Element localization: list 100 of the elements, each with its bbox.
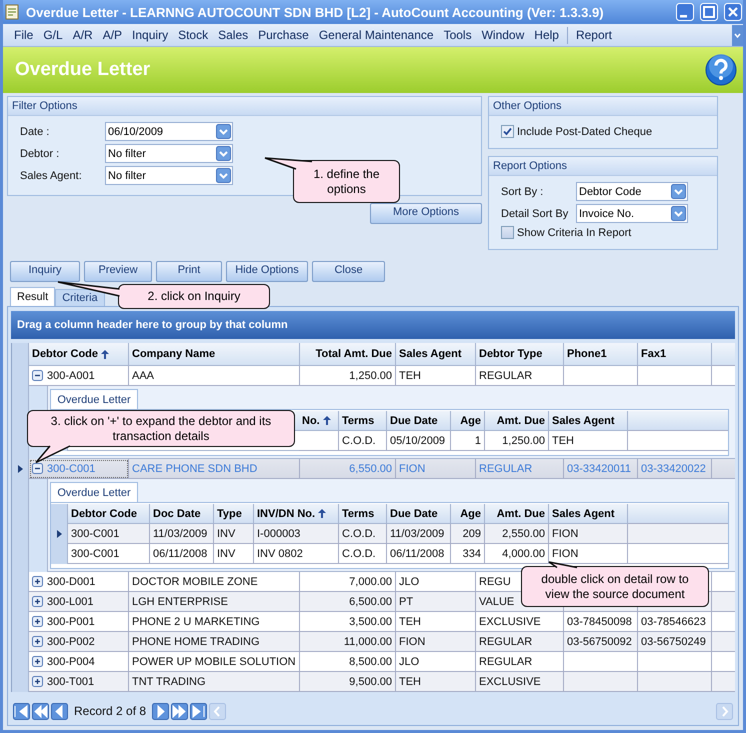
collapse-icon[interactable]	[32, 463, 43, 474]
dropdown-button[interactable]	[216, 146, 231, 161]
panel-title: Report Options	[489, 157, 717, 176]
detail-tab[interactable]: Overdue Letter	[50, 482, 138, 502]
menu-item[interactable]: Tools	[438, 28, 477, 42]
next-record-button[interactable]	[152, 702, 170, 720]
checkbox-label: Show Criteria In Report	[517, 226, 632, 238]
table-cell: 1	[451, 431, 485, 451]
dropdown-button[interactable]	[216, 124, 231, 139]
callout-tooltip: 1. define the options	[293, 160, 400, 203]
detail-row[interactable]: 300-C001 11/03/2009 INV I-000003 C.O.D. 11/03/2009 209 2,550.00 FION	[51, 524, 728, 544]
table-cell: 1,250.00	[485, 431, 549, 451]
collapse-icon[interactable]	[32, 370, 43, 381]
more-options-button[interactable]: More Options	[370, 203, 482, 224]
close-button[interactable]	[724, 3, 742, 21]
row-pointer-icon	[56, 530, 62, 538]
dropdown-button[interactable]	[216, 168, 231, 183]
sort-arrow-icon	[101, 350, 109, 358]
checkbox[interactable]	[501, 125, 514, 138]
table-cell: C.O.D.	[339, 431, 387, 451]
field-label: Detail Sort By	[501, 208, 570, 220]
table-cell: 300-P002	[47, 636, 95, 648]
expand-icon[interactable]	[32, 596, 43, 607]
sort-arrow-icon	[318, 509, 326, 518]
table-cell: 300-L001	[47, 596, 94, 608]
table-row[interactable]: 300-P001 PHONE 2 U MARKETING 3,500.00 TEH EXCLUSIVE 03-78450098 03-78546623	[12, 612, 735, 632]
previous-page-button[interactable]	[32, 702, 49, 720]
table-cell: 300-A001	[47, 370, 95, 382]
table-cell: TEH	[396, 672, 476, 692]
last-record-button[interactable]	[190, 702, 208, 720]
expand-icon[interactable]	[32, 576, 43, 587]
menu-overflow-icon[interactable]	[732, 24, 743, 46]
checkbox[interactable]	[501, 226, 514, 239]
minimize-button[interactable]	[676, 3, 694, 21]
action-button[interactable]: Preview	[84, 261, 152, 282]
checkbox-label: Include Post-Dated Cheque	[517, 126, 652, 138]
detail-tab[interactable]: Overdue Letter	[50, 389, 138, 409]
table-row[interactable]: 300-T001 TNT TRADING 9,500.00 TEH EXCLUSIVE	[12, 672, 735, 692]
table-cell: 300-T001	[47, 676, 94, 688]
table-cell: 300-C001	[68, 544, 150, 564]
field-label: Sales Agent:	[20, 170, 83, 182]
table-cell: 4,000.00	[485, 544, 549, 564]
dropdown-field[interactable]: Debtor Code	[576, 182, 688, 201]
page-title: Overdue Letter	[15, 59, 150, 81]
menu-item[interactable]: Help	[529, 28, 564, 42]
menu-item[interactable]: Inquiry	[127, 28, 174, 42]
expand-icon[interactable]	[32, 676, 43, 687]
dropdown-button[interactable]	[671, 184, 686, 199]
menu-item[interactable]: Sales	[213, 28, 254, 42]
tooltip-pointer	[36, 446, 70, 462]
callout-tooltip: double click on detail row to view the source document	[521, 566, 709, 607]
group-by-bar: Drag a column header here to group by that column	[11, 311, 735, 339]
maximize-button[interactable]	[700, 3, 718, 21]
table-row[interactable]: 300-P004 POWER UP MOBILE SOLUTION 8,500.00 JLO REGULAR	[12, 652, 735, 672]
field-label: Date :	[20, 126, 50, 138]
first-record-button[interactable]	[13, 702, 30, 720]
table-cell: FION	[549, 544, 628, 564]
table-cell: TNT TRADING	[129, 672, 300, 692]
table-cell: 334	[451, 544, 485, 564]
tab[interactable]: Result	[10, 287, 56, 306]
menu-item[interactable]: Stock	[173, 28, 214, 42]
table-cell: TEH	[549, 431, 628, 451]
previous-record-button[interactable]	[51, 702, 68, 720]
dropdown-field[interactable]: 06/10/2009	[105, 122, 233, 141]
dropdown-field[interactable]: Invoice No.	[576, 204, 688, 223]
table-cell: INV 0802	[254, 544, 339, 564]
action-button[interactable]: Close	[312, 261, 385, 282]
next-page-button[interactable]	[171, 702, 188, 720]
help-icon[interactable]	[705, 54, 737, 86]
tooltip-pointer	[549, 562, 577, 568]
menu-item[interactable]: General Maintenance	[314, 28, 439, 42]
table-cell: 06/11/2008	[150, 544, 214, 564]
expand-icon[interactable]	[32, 636, 43, 647]
dropdown-field[interactable]: No filter	[105, 166, 233, 185]
action-button[interactable]: Inquiry	[10, 261, 80, 282]
table-cell: 300-P001	[47, 616, 95, 628]
dropdown-field[interactable]: No filter	[105, 144, 233, 163]
menu-item[interactable]: Report	[570, 28, 617, 42]
app-icon	[4, 4, 20, 20]
detail-row[interactable]: 300-C001 06/11/2008 INV INV 0802 C.O.D. 06/11/2008 334 4,000.00 FION	[51, 544, 728, 564]
menu-item[interactable]: G/L	[38, 28, 68, 42]
menu-item[interactable]: A/R	[68, 28, 98, 42]
tab[interactable]: Criteria	[55, 289, 105, 306]
action-button[interactable]: Hide Options	[226, 261, 308, 282]
panel-title: Filter Options	[8, 97, 481, 116]
menu-item[interactable]: Purchase	[253, 28, 314, 42]
expand-icon[interactable]	[32, 656, 43, 667]
menu-item[interactable]: Window	[476, 28, 530, 42]
field-label: Sort By :	[501, 186, 544, 198]
table-cell: 05/10/2009	[387, 431, 451, 451]
dropdown-button[interactable]	[671, 206, 686, 221]
table-cell: 300-D001	[47, 576, 96, 588]
panel-title: Other Options	[489, 97, 717, 116]
table-row[interactable]: 300-A001 AAA 1,250.00 TEH REGULAR	[12, 366, 735, 386]
menu-item[interactable]: A/P	[98, 28, 128, 42]
record-counter: Record 2 of 8	[73, 704, 148, 718]
action-button[interactable]: Print	[156, 261, 222, 282]
expand-icon[interactable]	[32, 616, 43, 627]
table-row[interactable]: 300-P002 PHONE HOME TRADING 11,000.00 FION REGULAR 03-56750092 03-56750249	[12, 632, 735, 652]
menu-item[interactable]: File	[9, 28, 38, 42]
